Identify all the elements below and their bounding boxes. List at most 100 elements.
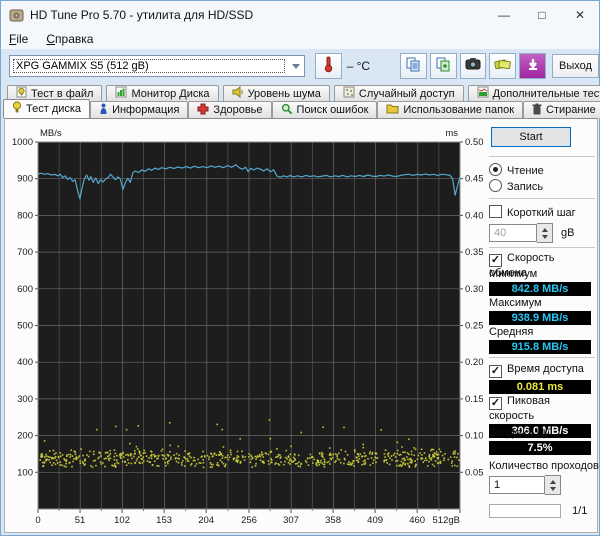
- svg-text:800: 800: [17, 210, 33, 221]
- burst-rate-checkbox[interactable]: ✓: [489, 397, 502, 410]
- tab-label: Здоровье: [213, 104, 263, 116]
- svg-text:200: 200: [17, 431, 33, 442]
- minimum-value: 842.8 MB/s: [489, 282, 591, 296]
- average-value: 915.8 MB/s: [489, 340, 591, 354]
- download-icon: [526, 57, 540, 76]
- device-selector-value: XPG GAMMIX S5 (512 gB): [12, 58, 286, 74]
- tab-information[interactable]: Информация: [90, 101, 189, 118]
- minimum-label: Минимум: [489, 268, 538, 280]
- svg-text:600: 600: [17, 284, 33, 295]
- svg-text:700: 700: [17, 247, 33, 258]
- cpu-usage-label: Загрузка ЦП: [489, 427, 553, 439]
- window-title: HD Tune Pro 5.70 - утилита для HD/SSD: [30, 8, 254, 22]
- tab-disk-monitor[interactable]: Монитор Диска: [106, 85, 219, 101]
- tab-label: Использование папок: [403, 104, 515, 116]
- copy-text-button[interactable]: [400, 53, 427, 79]
- average-label: Средняя: [489, 326, 534, 338]
- access-time-value: 0.081 ms: [489, 380, 591, 394]
- radio-read[interactable]: [489, 163, 502, 176]
- trash-icon: [532, 103, 542, 118]
- close-button[interactable]: ✕: [561, 1, 599, 29]
- pass-count-label: Количество проходов: [489, 460, 599, 472]
- copy-image-button[interactable]: [429, 53, 457, 79]
- tab-erase[interactable]: Стирание: [523, 101, 600, 118]
- tab-folder-usage[interactable]: Использование папок: [377, 101, 524, 118]
- svg-text:409: 409: [367, 515, 383, 526]
- svg-text:0.30: 0.30: [465, 284, 483, 295]
- toolbar: XPG GAMMIX S5 (512 gB) – °C Выход: [1, 49, 599, 83]
- short-stride-checkbox[interactable]: [489, 205, 502, 218]
- chevron-down-icon[interactable]: [288, 57, 304, 75]
- tab-label: Монитор Диска: [131, 87, 210, 100]
- minimize-button[interactable]: —: [485, 1, 523, 29]
- menu-help[interactable]: Справка: [46, 32, 93, 46]
- tab-label: Случайный доступ: [358, 87, 455, 100]
- tab-label: Тест в файл: [31, 87, 94, 100]
- tab-extra-tests[interactable]: Дополнительные тесты: [467, 85, 600, 101]
- tab-error-scan[interactable]: Поиск ошибок: [271, 101, 378, 118]
- progress-bar: [489, 504, 561, 518]
- svg-text:204: 204: [198, 515, 214, 526]
- radio-read-label: Чтение: [507, 165, 544, 177]
- app-icon: [9, 8, 24, 23]
- device-selector[interactable]: XPG GAMMIX S5 (512 gB): [9, 55, 305, 77]
- svg-text:0.10: 0.10: [465, 431, 483, 442]
- tab-label: Дополнительные тесты: [492, 87, 600, 100]
- maximize-button[interactable]: □: [523, 1, 561, 29]
- tab-row-secondary: Тест в файл Монитор Диска Уровень шума С…: [7, 85, 600, 101]
- tab-label: Информация: [112, 104, 180, 116]
- svg-text:0.50: 0.50: [465, 137, 483, 148]
- tab-disk-test[interactable]: Тест диска: [3, 99, 91, 118]
- temperature-value: – °C: [346, 59, 371, 73]
- bar-chart-icon: [115, 86, 127, 101]
- tab-health[interactable]: Здоровье: [188, 101, 272, 118]
- transfer-rate-checkbox[interactable]: ✓: [489, 254, 502, 267]
- access-time-checkbox[interactable]: ✓: [489, 365, 502, 378]
- save-results-button[interactable]: [519, 53, 547, 79]
- tab-page-disk-test: 1000 900 800 700 600 500 400 300 200 100 0.50 0.45 0…: [4, 118, 599, 533]
- radio-write[interactable]: [489, 179, 502, 192]
- info-icon: [99, 103, 108, 118]
- grid-dots-icon: [343, 86, 355, 101]
- camera-icon: [465, 57, 481, 76]
- tab-random-access[interactable]: Случайный доступ: [333, 85, 464, 101]
- exit-button[interactable]: Выход: [552, 54, 599, 78]
- svg-text:512gB: 512gB: [433, 515, 460, 526]
- block-size-input[interactable]: 40: [489, 224, 537, 242]
- access-time-label: Время доступа: [507, 363, 584, 375]
- benchmark-panel: Start Чтение Запись Короткий шаг 40 gB ✓…: [483, 119, 599, 532]
- app-window: HD Tune Pro 5.70 - утилита для HD/SSD — …: [0, 0, 600, 536]
- tab-noise-level[interactable]: Уровень шума: [222, 85, 330, 101]
- tab-label: Уровень шума: [247, 87, 321, 100]
- menu-file[interactable]: File: [9, 32, 28, 46]
- svg-text:900: 900: [17, 174, 33, 185]
- svg-text:MB/s: MB/s: [40, 128, 62, 139]
- pass-count-stepper[interactable]: [545, 475, 561, 495]
- temperature-button[interactable]: [314, 53, 342, 79]
- magnifier-icon: [281, 103, 293, 118]
- svg-text:0.15: 0.15: [465, 394, 483, 405]
- thermometer-icon: [323, 55, 333, 78]
- speaker-icon: [232, 86, 244, 101]
- tab-label: Стирание: [546, 104, 596, 116]
- short-stride-label: Короткий шаг: [507, 207, 576, 219]
- separator: [489, 198, 595, 199]
- tab-row-primary: Тест диска Информация Здоровье Поиск оши…: [3, 99, 600, 118]
- window-controls: — □ ✕: [485, 1, 599, 29]
- block-size-stepper[interactable]: [537, 223, 553, 243]
- svg-text:51: 51: [75, 515, 86, 526]
- screenshot-button[interactable]: [459, 53, 487, 79]
- svg-text:1000: 1000: [12, 137, 33, 148]
- separator: [489, 156, 595, 157]
- svg-text:153: 153: [156, 515, 172, 526]
- separator: [489, 247, 595, 248]
- svg-text:102: 102: [114, 515, 130, 526]
- pass-count-input[interactable]: 1: [489, 476, 545, 494]
- lightbulb-icon: [12, 101, 22, 117]
- svg-text:500: 500: [17, 321, 33, 332]
- start-button[interactable]: Start: [491, 127, 571, 147]
- notes-button[interactable]: [489, 53, 517, 79]
- maximum-label: Максимум: [489, 297, 542, 309]
- menu-bar: File Справка: [1, 29, 599, 50]
- svg-text:0.20: 0.20: [465, 357, 483, 368]
